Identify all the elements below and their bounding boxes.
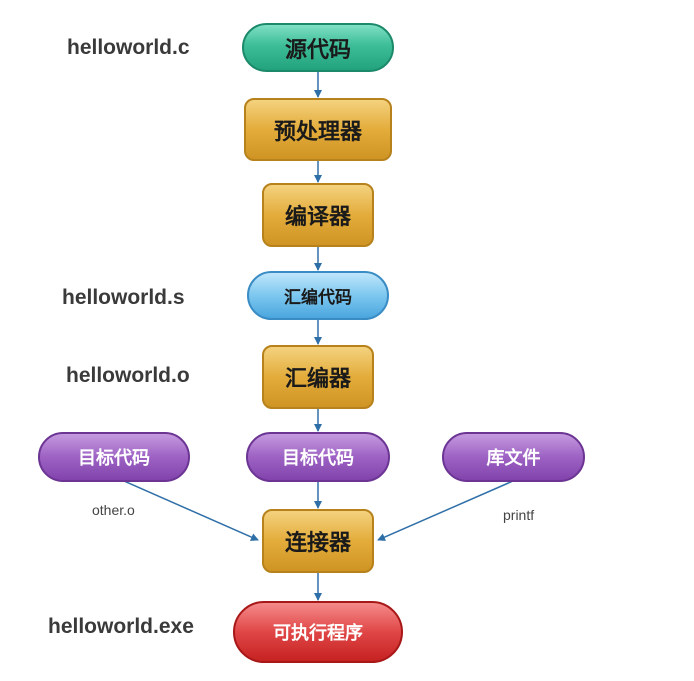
arrow-other-object-to-linker (123, 480, 259, 541)
node-preprocessor: 预处理器 (244, 98, 392, 161)
label-source-file: helloworld.c (67, 36, 190, 59)
compilation-flow-diagram: 源代码 预处理器 编译器 汇编代码 汇编器 目标代码 目标代码 库文件 连接器 … (0, 0, 694, 681)
node-executable: 可执行程序 (233, 601, 403, 663)
node-linker: 连接器 (262, 509, 374, 573)
label-object-file: helloworld.o (66, 364, 190, 387)
label-printf-lib: printf (503, 507, 535, 523)
node-object-code-left: 目标代码 (38, 432, 190, 482)
arrow-library-to-linker (377, 480, 514, 541)
label-assembly-file: helloworld.s (62, 286, 185, 309)
node-object-code-center: 目标代码 (246, 432, 390, 482)
node-assembly-code: 汇编代码 (247, 271, 389, 320)
node-compiler: 编译器 (262, 183, 374, 247)
node-library-file: 库文件 (442, 432, 585, 482)
label-exe-file: helloworld.exe (48, 615, 194, 638)
node-source-code: 源代码 (242, 23, 394, 72)
node-assembler: 汇编器 (262, 345, 374, 409)
label-other-object: other.o (92, 502, 135, 518)
